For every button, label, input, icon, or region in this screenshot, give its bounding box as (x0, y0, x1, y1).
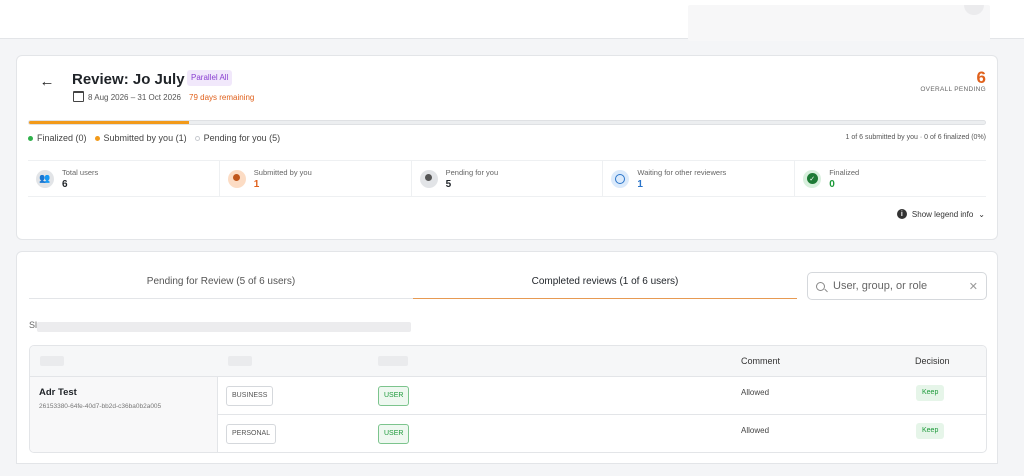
tab-completed-reviews[interactable]: Completed reviews (1 of 6 users) (413, 265, 797, 299)
users-icon: 👥 (36, 169, 54, 188)
stats-row: 👥 Total users 6 Submitted by you 1 Pending… (28, 160, 986, 197)
overall-pending-count: 6 (976, 68, 986, 87)
review-summary-card: ← Review: Jo July 6 Parallel All 8 Aug 2… (16, 55, 998, 240)
redacted-header-area (688, 5, 990, 41)
top-bar (0, 0, 1024, 41)
progress-summary: 1 of 6 submitted by you · 0 of 6 finaliz… (845, 134, 986, 141)
back-arrow-icon[interactable]: ← (39, 73, 55, 90)
account-type-chip: BUSINESS (226, 386, 274, 406)
overall-pending-label: OVERALL PENDING (920, 86, 986, 93)
access-kind-chip: USER (378, 424, 410, 444)
stat-value: 1 (637, 178, 643, 190)
clear-icon[interactable]: ✕ (969, 280, 978, 293)
days-remaining: 79 days remaining (189, 93, 255, 102)
show-legend-label: Show legend info (911, 209, 974, 219)
clock-icon (611, 169, 630, 188)
progress-fill (29, 121, 189, 124)
review-type-badge: Parallel All (187, 70, 233, 86)
search-box: ✕ (807, 272, 987, 300)
info-icon: i (896, 209, 907, 219)
review-items-card: Pending for Review (5 of 6 users) Comple… (16, 251, 998, 464)
stat-label: Submitted by you (253, 167, 312, 177)
redacted-showing-text (37, 322, 411, 332)
avatar[interactable] (964, 5, 984, 15)
legend-submitted: Submitted by you (1) (103, 133, 187, 143)
user-cell: Adr Test 26153380-64fe-40d7-bb2d-c36ba0b… (30, 377, 218, 452)
review-dates: 8 Aug 2026 – 31 Oct 2026 (88, 93, 181, 102)
table-row: PERSONAL USER Allowed Keep (218, 415, 986, 452)
user-icon (227, 169, 246, 188)
header-decision: Decision (915, 356, 950, 366)
submitted-dot-icon (94, 135, 100, 141)
stat-label: Total users (62, 167, 99, 177)
decision-badge: Keep (916, 423, 945, 439)
stat-value: 0 (829, 178, 835, 190)
stat-finalized: ✓ Finalized 0 (795, 161, 986, 196)
tab-pending-for-review[interactable]: Pending for Review (5 of 6 users) (29, 265, 413, 299)
stat-label: Pending for you (445, 167, 499, 177)
stat-value: 1 (253, 178, 260, 190)
stat-submitted-by-you: Submitted by you 1 (220, 161, 412, 196)
calendar-icon (73, 91, 84, 102)
page-title: Review: Jo July 6 (72, 71, 198, 88)
search-input[interactable] (833, 280, 953, 292)
user-outline-icon (419, 169, 438, 188)
stat-total-users: 👥 Total users 6 (28, 161, 220, 196)
redacted-header-kind (378, 356, 408, 366)
user-id: 26153380-64fe-40d7-bb2d-c36ba0b2a005 (39, 403, 162, 410)
pending-dot-icon (194, 135, 200, 141)
stat-label: Waiting for other reviewers (637, 167, 727, 177)
table-header: Comment Decision (30, 346, 986, 377)
decision-badge: Keep (916, 385, 945, 401)
row-comment: Allowed (741, 388, 770, 397)
showing-text: Sl (29, 320, 38, 330)
account-type-chip: PERSONAL (226, 424, 277, 444)
redacted-header-type (228, 356, 252, 366)
review-tabs: Pending for Review (5 of 6 users) Comple… (29, 265, 797, 299)
chevron-down-icon: ⌄ (978, 209, 985, 219)
stat-waiting-for-others: Waiting for other reviewers 1 (603, 161, 796, 196)
stat-pending-for-you: Pending for you 5 (412, 161, 604, 196)
stat-value: 6 (62, 178, 68, 190)
stat-value: 5 (445, 178, 452, 190)
legend-pending: Pending for you (5) (203, 133, 281, 143)
review-items-table: Comment Decision Adr Test 26153380-64fe-… (29, 345, 987, 453)
progress-legend: Finalized (0) Submitted by you (1) Pendi… (28, 133, 280, 143)
access-kind-chip: USER (378, 386, 410, 406)
stat-label: Finalized (829, 167, 860, 177)
review-progress-bar (28, 120, 986, 125)
header-comment: Comment (741, 356, 781, 366)
redacted-header-user (40, 356, 64, 366)
legend-finalized: Finalized (0) (37, 133, 87, 143)
finalized-dot-icon (28, 135, 33, 141)
check-circle-icon: ✓ (803, 169, 822, 188)
search-icon (816, 281, 825, 291)
show-legend-toggle[interactable]: i Show legend info ⌄ (896, 209, 985, 219)
table-row: BUSINESS USER Allowed Keep (218, 377, 986, 415)
user-name: Adr Test (39, 387, 77, 398)
row-comment: Allowed (741, 426, 770, 435)
